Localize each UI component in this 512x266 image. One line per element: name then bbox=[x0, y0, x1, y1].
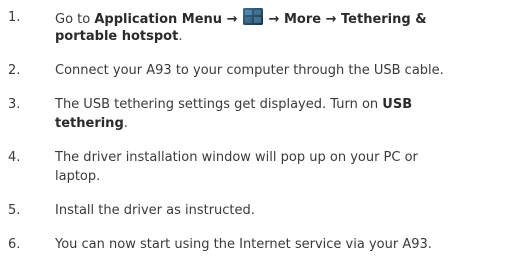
tethering-label: Tethering & bbox=[341, 12, 427, 27]
arrow-glyph: → bbox=[222, 12, 243, 27]
step-text: Install the driver as instructed. bbox=[55, 201, 510, 220]
step-number: 1. bbox=[8, 10, 21, 25]
step-text-line: You can now start using the Internet ser… bbox=[55, 237, 432, 252]
step-number: 4. bbox=[8, 150, 21, 165]
application-menu-icon bbox=[243, 8, 264, 25]
step-text-fragment: Go to bbox=[55, 12, 95, 27]
step-text-line: Install the driver as instructed. bbox=[55, 203, 255, 218]
arrow-glyph: → bbox=[264, 12, 284, 27]
step-text: Go to Application Menu → → More → Tether… bbox=[55, 8, 510, 46]
step-text-line: Connect your A93 to your computer throug… bbox=[55, 63, 444, 78]
step-text: The driver installation window will pop … bbox=[55, 148, 510, 186]
step-text: You can now start using the Internet ser… bbox=[55, 235, 510, 254]
step-number: 6. bbox=[8, 237, 21, 252]
step-text-fragment: The USB tethering settings get displayed… bbox=[55, 97, 383, 112]
step-text: The USB tethering settings get displayed… bbox=[55, 95, 510, 133]
arrow-glyph: → bbox=[321, 12, 342, 27]
more-label: More bbox=[283, 12, 322, 27]
usb-label: USB bbox=[382, 97, 413, 112]
period: . bbox=[178, 29, 183, 44]
step-text-line: The driver installation window will pop … bbox=[55, 150, 418, 165]
period: . bbox=[123, 116, 128, 131]
step-number: 5. bbox=[8, 203, 21, 218]
hotspot-label: portable hotspot bbox=[55, 29, 179, 44]
step-text: Connect your A93 to your computer throug… bbox=[55, 61, 510, 80]
tethering-label: tethering bbox=[55, 116, 124, 131]
step-text-line: laptop. bbox=[55, 169, 101, 184]
step-number: 3. bbox=[8, 97, 21, 112]
application-menu-label: Application Menu bbox=[94, 12, 223, 27]
step-number: 2. bbox=[8, 63, 21, 78]
